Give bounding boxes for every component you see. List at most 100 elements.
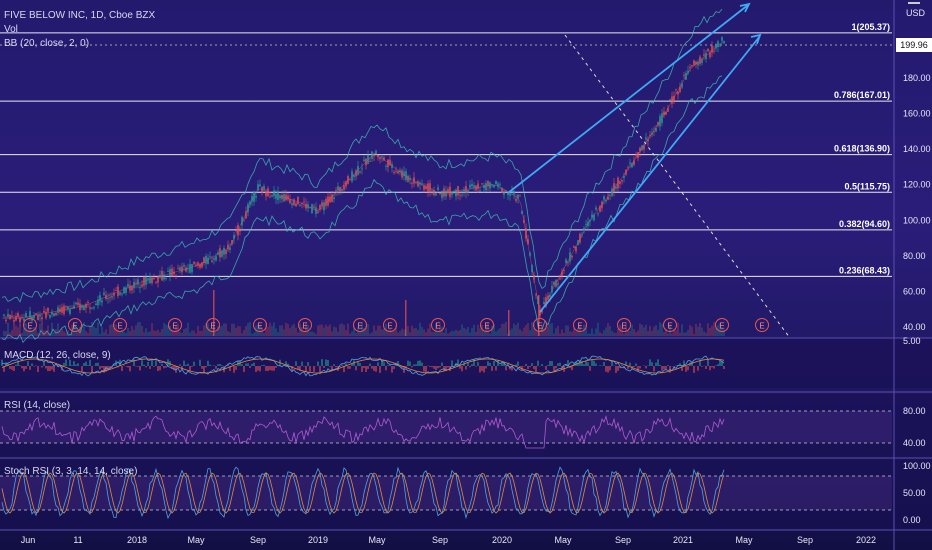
fib-level-label: 0.236(68.43) [839,265,890,275]
chart-window: { "header": { "symbol_line": "FIVE BELOW… [0,0,932,550]
candle-body [203,257,205,263]
volume-bar [477,324,479,336]
volume-bar [479,328,481,336]
candle-body [271,195,273,197]
volume-bar [59,330,61,336]
volume-legend[interactable]: Vol [4,24,18,35]
macd-histogram-bar [419,360,421,366]
price-axis[interactable]: 180.00 160.00 140.00 120.00 100.00 80.00 60.00… [903,73,931,332]
volume-bar [561,329,563,336]
macd-histogram-bar [589,366,591,371]
volume-bar [593,333,595,336]
volume-bar [551,322,553,336]
macd-histogram-bar [537,360,539,366]
macd-histogram-bar [365,366,367,372]
volume-bar [241,333,243,336]
time-axis-label: 2020 [492,535,512,545]
volume-bar [143,332,145,336]
macd-histogram-bar [417,360,419,366]
macd-histogram-bar [27,361,29,366]
candle-body [455,189,457,197]
time-axis-label: 2019 [308,535,328,545]
macd-histogram-bar [607,366,609,373]
candle-body [527,239,529,245]
macd-histogram-bar [421,362,423,366]
volume-bar [629,330,631,336]
volume-bar [463,327,465,336]
candle-body [641,145,643,150]
volume-bar [467,327,469,336]
candle-body [337,186,339,191]
volume-spike [405,300,407,336]
candle-body [481,183,483,185]
candle-body [365,158,367,166]
macd-histogram-bar [693,366,695,373]
candle-body [531,265,533,272]
time-axis[interactable]: Jun 11 2018 May Sep 2019 May Sep 2020 May Sep 2021 M… [21,535,876,545]
candle-body [617,177,619,189]
macd-histogram-bar [147,361,149,366]
stoch-legend[interactable]: Stoch RSI (3, 3, 14, 14, close) [4,466,137,477]
chart-canvas[interactable]: 1(205.37) 0.786(167.01) 0.618(136.90) 0.5(1… [0,0,932,550]
macd-histogram-bar [433,366,435,369]
volume-bar [549,323,551,336]
volume-bar [633,329,635,336]
symbol-legend[interactable]: FIVE BELOW INC, 1D, Cboe BZX [4,10,155,21]
candle-body [693,60,695,66]
volume-bar [601,333,603,336]
currency-label[interactable]: USD [906,8,925,18]
candle-body [75,302,77,305]
candle-body [99,295,101,302]
volume-bar [83,322,85,336]
fib-level-label: 0.5(115.75) [844,181,890,191]
candle-body [359,171,361,173]
rsi-legend[interactable]: RSI (14, close) [4,400,70,411]
fib-retracement[interactable]: 1(205.37) 0.786(167.01) 0.618(136.90) 0.5(1… [0,22,892,277]
volume-bar [575,331,577,336]
macd-histogram-bar [183,360,185,366]
bb-legend[interactable]: BB (20, close, 2, 0) [4,38,89,49]
macd-histogram-bar [645,366,647,369]
macd-histogram-bar [261,365,263,366]
macd-histogram-bar [219,363,221,366]
candle-body [621,179,623,182]
candle-body [367,154,369,165]
candle-body [133,281,135,289]
macd-histogram-bar [349,366,351,369]
candle-body [523,220,525,223]
trendlines[interactable] [507,2,791,339]
volume-bar [697,326,699,336]
candle-body [241,216,243,226]
candle-body [315,207,317,214]
candle-body [429,183,431,193]
macd-histogram-bar [157,366,159,371]
menu-icon[interactable] [908,2,920,4]
candle-body [49,315,51,318]
candle-body [571,255,573,258]
candle-body [663,111,665,116]
candle-body [131,286,133,291]
macd-histogram-bar [687,366,689,371]
macd-histogram-bar [235,366,237,370]
macd-histogram-bar [383,362,385,366]
volume-bar [597,322,599,336]
macd-histogram-bar [151,359,153,366]
macd-histogram-bar [475,366,477,367]
candle-body [341,188,343,191]
candle-body [153,277,155,279]
candle-body [407,176,409,182]
candle-body [629,162,631,164]
candle-body [529,253,531,256]
macd-histogram-bar [313,366,315,372]
volume-bar [69,333,71,336]
candle-body [25,313,27,318]
price-candles [3,36,725,336]
volume-bar [407,325,409,336]
macd-legend[interactable]: MACD (12, 26, close, 9) [4,350,111,361]
volume-bar [631,324,633,336]
candle-body [605,199,607,202]
candle-body [375,151,377,155]
candle-body [389,159,391,166]
macd-histogram-bar [413,364,415,366]
macd-histogram-bar [321,359,323,366]
